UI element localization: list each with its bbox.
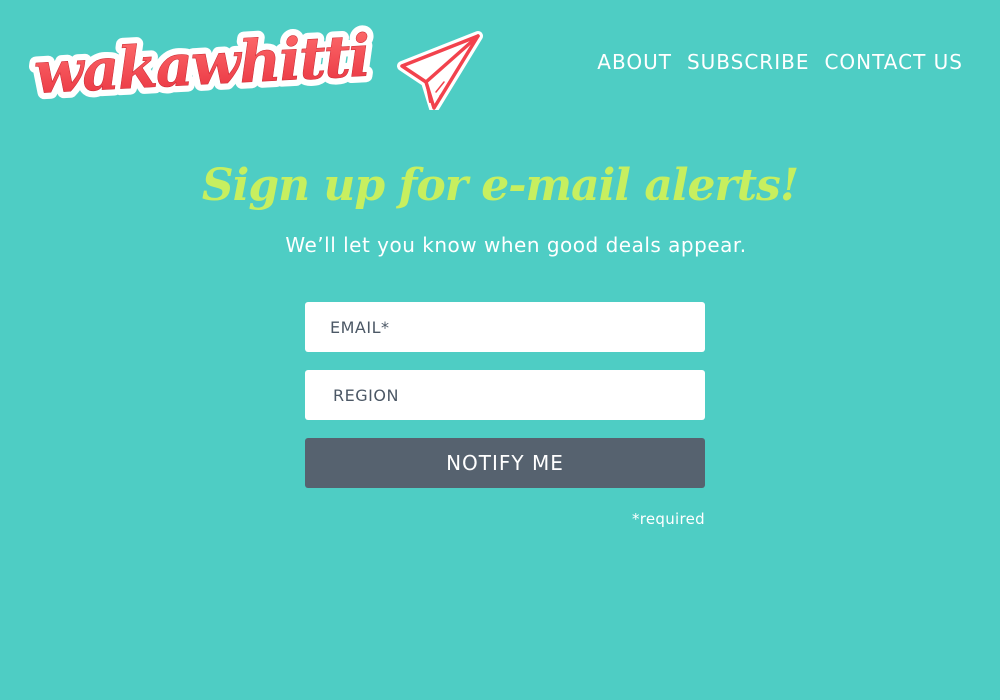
region-field[interactable] [305, 370, 705, 420]
notify-me-button[interactable]: NOTIFY ME [305, 438, 705, 488]
signup-form: NOTIFY ME *required [305, 302, 705, 528]
nav-item-contact-us[interactable]: CONTACT US [824, 48, 963, 76]
nav-item-subscribe[interactable]: SUBSCRIBE [687, 48, 810, 76]
paper-plane-icon [397, 31, 483, 110]
email-field[interactable] [305, 302, 705, 352]
site-logo[interactable]: wakawhitti wakawhitti [28, 18, 488, 110]
logo-wordmark-fill: wakawhitti [32, 22, 370, 107]
required-note: *required [631, 510, 705, 528]
page-subtitle: We’ll let you know when good deals appea… [285, 233, 747, 257]
logo-graphic: wakawhitti wakawhitti [28, 18, 483, 110]
main-nav: ABOUT SUBSCRIBE CONTACT US [597, 48, 963, 76]
page-title: Sign up for e-mail alerts! [201, 160, 799, 211]
nav-item-about[interactable]: ABOUT [597, 48, 672, 76]
